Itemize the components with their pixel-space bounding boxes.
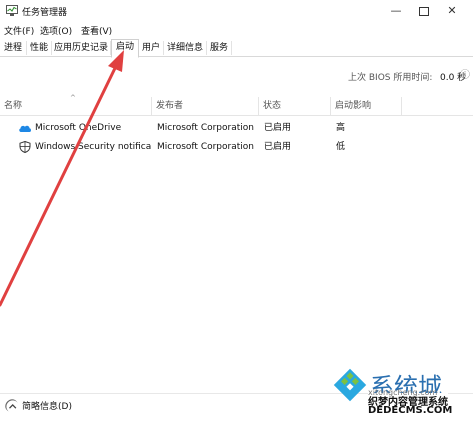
watermark-site: DEDECMS.COM [368, 405, 453, 416]
maximize-icon [419, 6, 429, 16]
row-status: 已启用 [264, 142, 292, 152]
tab-processes[interactable]: 进程 [0, 41, 27, 55]
task-manager-window: 任务管理器 — ✕ 文件(F) 选项(O) 查看(V) 进程 性能 应用历史记录… [0, 0, 473, 424]
security-shield-icon [19, 141, 31, 153]
column-header-status[interactable]: 状态 [259, 97, 331, 115]
table-row[interactable]: Windows Security notifica... Microsoft C… [0, 138, 473, 156]
menu-bar: 文件(F) 选项(O) 查看(V) [0, 22, 473, 38]
annotation-arrow [0, 50, 124, 307]
menu-options[interactable]: 选项(O) [40, 24, 72, 37]
tab-services[interactable]: 服务 [207, 41, 232, 55]
bios-time-label: 上次 BIOS 所用时间: [348, 73, 433, 83]
menu-file[interactable]: 文件(F) [4, 24, 34, 37]
minimize-button[interactable]: — [382, 0, 410, 22]
row-name: Windows Security notifica... [35, 142, 152, 152]
info-icon: ⓘ [460, 70, 470, 81]
watermark-url: xitongcheng.com [368, 388, 438, 397]
column-header-name[interactable]: 名称 [0, 97, 152, 115]
column-header-publisher[interactable]: 发布者 [152, 97, 259, 115]
task-manager-app-icon [6, 5, 18, 16]
row-status: 已启用 [264, 123, 292, 133]
tab-startup[interactable]: 启动 [111, 39, 139, 58]
row-publisher: Microsoft Corporation [157, 142, 254, 152]
table-row[interactable]: Microsoft OneDrive Microsoft Corporation… [0, 119, 473, 137]
row-impact: 低 [336, 142, 346, 152]
chevron-up-icon[interactable] [5, 399, 18, 412]
fewer-details-link[interactable]: 简略信息(D) [22, 399, 72, 412]
tab-details[interactable]: 详细信息 [164, 41, 207, 55]
menu-view[interactable]: 查看(V) [81, 24, 112, 37]
tab-app-history[interactable]: 应用历史记录 [52, 41, 111, 55]
windows-logo-icon [333, 368, 367, 402]
table-header: 名称 发布者 状态 启动影响 [0, 97, 473, 116]
title-bar: 任务管理器 — ✕ [0, 0, 473, 22]
maximize-button[interactable] [410, 0, 438, 22]
onedrive-cloud-icon [19, 125, 31, 132]
tab-users[interactable]: 用户 [139, 41, 164, 55]
tab-performance[interactable]: 性能 [27, 41, 52, 55]
row-name: Microsoft OneDrive [35, 123, 122, 133]
column-header-impact[interactable]: 启动影响 [331, 97, 402, 115]
row-impact: 高 [336, 123, 346, 133]
window-title: 任务管理器 [22, 8, 68, 18]
tab-bar: 进程 性能 应用历史记录 启动 用户 详细信息 服务 [0, 39, 473, 58]
close-button[interactable]: ✕ [438, 0, 466, 22]
row-publisher: Microsoft Corporation [157, 123, 254, 133]
